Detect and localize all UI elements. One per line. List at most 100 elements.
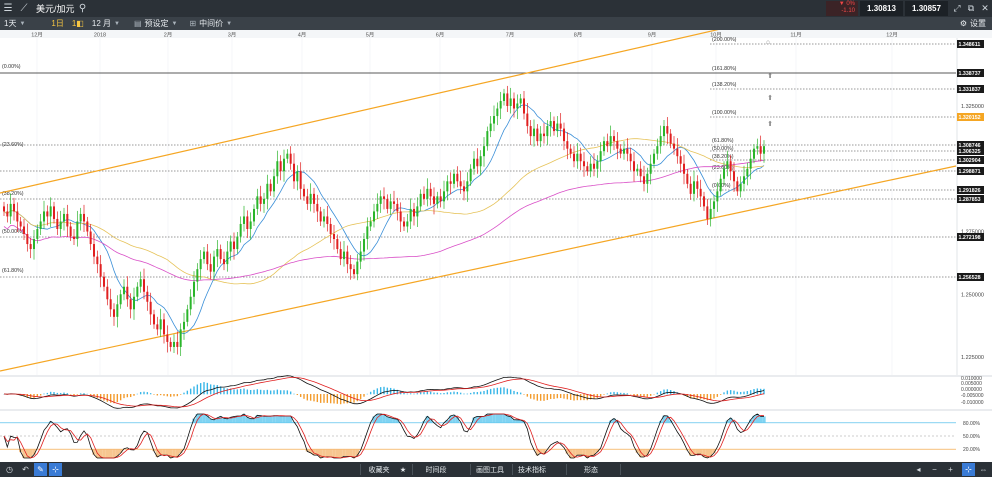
candle-body: [539, 133, 542, 142]
candle-body: [406, 221, 409, 227]
candle-body: [169, 341, 172, 347]
candle-body: [456, 173, 459, 182]
crosshair-icon[interactable]: ⊹: [49, 463, 62, 476]
price-tick-label: 1.250000: [961, 292, 984, 298]
popout-icon[interactable]: ⧉: [964, 0, 978, 17]
price-level-label: 1.306325: [959, 149, 981, 155]
macd-histogram-bar: [213, 384, 215, 395]
chart-icon[interactable]: ⟋: [16, 0, 32, 17]
close-icon[interactable]: ✕: [978, 0, 992, 17]
settings-label: 设置: [970, 19, 986, 28]
bid-price-button[interactable]: 1.30813: [860, 1, 903, 16]
candle-body: [603, 141, 605, 152]
ask-price-button[interactable]: 1.30857: [905, 1, 948, 16]
drawing-tools-button[interactable]: 画图工具: [472, 462, 508, 477]
candle-body: [139, 279, 142, 287]
candle-body: [563, 128, 565, 142]
indicators-button[interactable]: 技术指标: [514, 462, 550, 477]
fit-icon[interactable]: ⇔: [977, 463, 990, 476]
macd-histogram-bar: [49, 391, 52, 395]
timeframe-button[interactable]: 时间段: [416, 462, 456, 477]
macd-histogram-bar: [649, 394, 652, 396]
candle-body: [559, 123, 562, 129]
alert-arrow-icon: ⬆: [767, 120, 773, 128]
candle-body: [413, 208, 415, 217]
candle-body: [529, 126, 532, 137]
candle-body: [289, 153, 292, 164]
macd-histogram-bar: [476, 392, 479, 395]
macd-histogram-bar: [139, 392, 142, 395]
candle-body: [353, 269, 355, 275]
price-type-select[interactable]: ⊞ 中间价 ▼: [185, 17, 236, 30]
candle-body: [306, 196, 309, 204]
menu-icon[interactable]: ☰: [0, 0, 16, 17]
candle-body: [699, 188, 702, 197]
undo-icon[interactable]: ↶: [19, 463, 32, 476]
patterns-button[interactable]: 形态: [572, 462, 610, 477]
scroll-left-icon[interactable]: ◂: [912, 463, 925, 476]
candle-body: [3, 206, 5, 212]
macd-histogram-bar: [506, 388, 509, 395]
candle-body: [503, 93, 505, 101]
macd-histogram-bar: [343, 394, 345, 404]
macd-histogram-bar: [313, 394, 315, 402]
macd-histogram-bar: [376, 388, 379, 395]
candle-body: [189, 296, 192, 310]
macd-histogram-bar: [729, 390, 732, 395]
clock-icon[interactable]: ◷: [3, 463, 16, 476]
preset-icon: ▤: [133, 19, 142, 28]
candle-body: [643, 176, 645, 184]
preset-select[interactable]: ▤ 预设定 ▼: [130, 17, 182, 30]
candle-body: [206, 251, 209, 265]
macd-histogram-bar: [423, 392, 425, 395]
chart-type-button[interactable]: 1日: [47, 17, 67, 30]
zoom-in-icon[interactable]: +: [944, 463, 957, 476]
candle-body: [69, 226, 72, 237]
candle-type-button[interactable]: 1◧: [68, 17, 88, 30]
price-chart[interactable]: 12月 2018 2月 3月 4月 5月 6月 7月 8月 9月 10月 11月 12月 (0.00%)…: [0, 30, 992, 462]
candle-body: [729, 161, 732, 172]
favorites-button[interactable]: 收藏夹: [362, 462, 396, 477]
macd-histogram-bar: [99, 394, 102, 400]
timeframe-select[interactable]: 1天 ▼: [0, 17, 29, 30]
candle-body: [569, 148, 572, 154]
macd-histogram-bar: [526, 394, 529, 397]
macd-histogram-bar: [236, 389, 239, 395]
candle-body: [536, 128, 539, 142]
macd-histogram-bar: [219, 386, 222, 395]
macd-histogram-bar: [319, 394, 322, 403]
pencil-icon[interactable]: ✎: [34, 463, 47, 476]
macd-histogram-bar: [179, 394, 182, 395]
price-level-label: 1.320152: [959, 115, 981, 121]
candle-body: [489, 123, 492, 132]
candle-body: [523, 98, 525, 114]
candle-body: [213, 256, 215, 272]
candle-body: [446, 181, 449, 192]
candle-body: [16, 211, 19, 222]
settings-button[interactable]: ⚙ 设置: [960, 17, 986, 30]
macd-histogram-bar: [513, 390, 515, 395]
candle-body: [386, 198, 389, 209]
candle-body: [586, 166, 589, 172]
candle-body: [103, 276, 105, 287]
search-icon[interactable]: ⚲: [75, 0, 91, 17]
month-label: 12月: [886, 32, 898, 39]
macd-histogram-bar: [136, 393, 139, 395]
candle-body: [349, 264, 352, 270]
moving-averages: [3, 104, 765, 335]
expand-icon[interactable]: ⤢: [950, 0, 964, 17]
zoom-out-icon[interactable]: −: [928, 463, 941, 476]
candle-body: [543, 133, 545, 137]
macd-histogram-bar: [146, 392, 149, 395]
macd-histogram-bar: [486, 389, 489, 395]
stoch-tick-label: 20.00%: [963, 447, 981, 453]
star-icon[interactable]: ★: [398, 462, 408, 477]
period-select[interactable]: 12 月 ▼: [88, 17, 124, 30]
candle-body: [526, 113, 529, 127]
candle-body: [116, 304, 119, 317]
crosshair-toggle-icon[interactable]: ⊹: [962, 463, 975, 476]
candle-body: [483, 146, 485, 157]
macd-histogram-bar: [123, 394, 125, 399]
symbol-title[interactable]: 美元/加元: [36, 2, 75, 15]
month-label: 6月: [436, 32, 445, 39]
